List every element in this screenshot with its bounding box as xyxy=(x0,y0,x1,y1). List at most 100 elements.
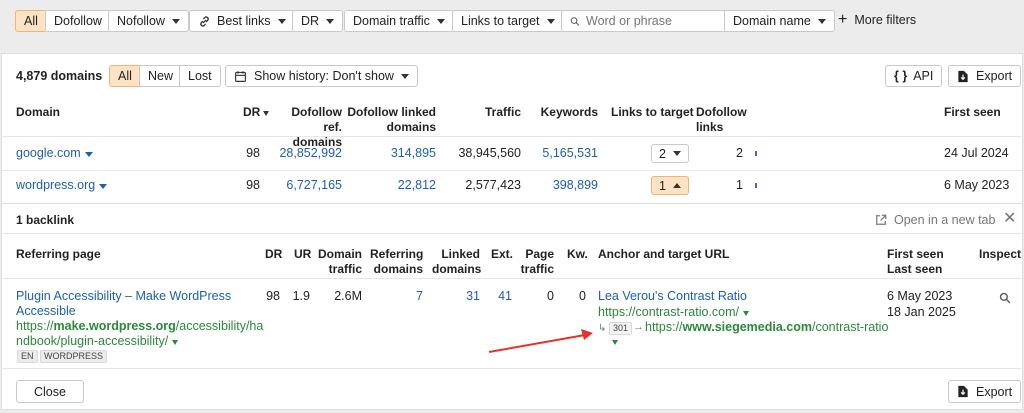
filter-links-to-target-label: Links to target xyxy=(461,14,540,28)
header-divider xyxy=(2,278,1022,279)
seg-all[interactable]: All xyxy=(109,65,141,87)
filter-links-to-target[interactable]: Links to target xyxy=(452,10,564,32)
more-filters-button[interactable]: + More filters xyxy=(838,12,916,28)
referring-domains-value[interactable]: 7 xyxy=(370,289,423,304)
col-referring-domains[interactable]: Referring domains xyxy=(370,247,423,277)
col-last-seen-label: Last seen xyxy=(887,262,943,276)
domain-link-wordpress[interactable]: wordpress.org xyxy=(16,178,108,193)
col-linked-domains[interactable]: Linked domains xyxy=(432,247,482,277)
seg-lost[interactable]: Lost xyxy=(179,65,221,87)
domains-count: 4,879 domains xyxy=(16,69,103,83)
col-dr[interactable]: DR xyxy=(243,105,270,120)
domain-traffic-value: 2.6M xyxy=(334,289,362,303)
footer-divider xyxy=(2,368,1022,369)
external-link-icon xyxy=(876,214,887,225)
col-page-traffic[interactable]: Page traffic xyxy=(520,247,554,277)
target-url[interactable]: https://contrast-ratio.com/ xyxy=(598,305,750,320)
col-ext[interactable]: Ext. xyxy=(491,247,513,262)
inspect-search-icon[interactable] xyxy=(999,292,1011,304)
col-page-traffic-line2: traffic xyxy=(520,262,554,276)
chevron-down-icon xyxy=(99,184,108,189)
col-kw[interactable]: Kw. xyxy=(567,247,588,262)
right-arrow-icon: → xyxy=(633,321,644,333)
filter-domain-traffic[interactable]: Domain traffic xyxy=(344,10,454,32)
api-label: API xyxy=(913,69,934,83)
col-dofollow-links[interactable]: Dofollow links xyxy=(696,105,747,135)
col-first-seen[interactable]: First seen xyxy=(944,105,1001,120)
keywords-value[interactable]: 398,899 xyxy=(527,178,598,193)
col-dr[interactable]: DR xyxy=(265,247,282,262)
filter-dr-label: DR xyxy=(301,14,320,28)
first-seen-value: 6 May 2023 xyxy=(944,178,1010,192)
filter-nofollow-label: Nofollow xyxy=(117,14,165,28)
links-to-target-value: 2 xyxy=(659,146,666,161)
export-button-top[interactable]: Export xyxy=(948,65,1022,87)
target-url-text: https://contrast-ratio.com/ xyxy=(598,305,740,319)
filter-dr[interactable]: DR xyxy=(292,10,344,32)
close-icon[interactable]: ✕ xyxy=(1003,210,1016,228)
col-dofollow-ref-domains[interactable]: Dofollow ref. domains xyxy=(272,105,342,150)
show-history-button[interactable]: Show history: Don't show xyxy=(225,65,418,87)
redirect-url-prefix: https:// xyxy=(645,320,683,334)
col-dr-label: DR xyxy=(243,105,261,119)
dofollow-links-value: 1 xyxy=(736,178,743,192)
anchor-text-link[interactable]: Lea Verou's Contrast Ratio xyxy=(598,289,747,304)
chevron-down-icon xyxy=(743,311,750,316)
referring-page-title[interactable]: Plugin Accessibility – Make WordPress Ac… xyxy=(16,289,236,319)
chevron-down-icon xyxy=(172,340,179,345)
filter-nofollow[interactable]: Nofollow xyxy=(108,10,189,32)
linked-domains-value[interactable]: 314,895 xyxy=(352,146,436,161)
col-ur[interactable]: UR xyxy=(294,247,311,262)
api-button[interactable]: { } API xyxy=(885,65,943,87)
export-button-bottom[interactable]: Export xyxy=(948,380,1022,403)
open-new-tab-link[interactable]: Open in a new tab xyxy=(875,213,995,227)
col-page-traffic-line1: Page xyxy=(525,247,554,261)
domain-link-wordpress-text: wordpress.org xyxy=(16,178,96,192)
col-domain[interactable]: Domain xyxy=(16,105,60,120)
linked-domains-value[interactable]: 31 xyxy=(432,289,480,304)
col-linked-domains-line2: domains xyxy=(432,262,482,276)
linked-domains-value[interactable]: 22,812 xyxy=(352,178,436,193)
row-divider xyxy=(2,170,1022,171)
filter-domain-traffic-label: Domain traffic xyxy=(353,14,430,28)
search-input[interactable] xyxy=(586,14,716,28)
keywords-value[interactable]: 5,165,531 xyxy=(527,146,598,161)
backlink-panel: 1 backlink Open in a new tab ✕ Referring… xyxy=(1,203,1023,410)
col-links-to-target[interactable]: Links to target xyxy=(611,105,694,120)
col-first-last-seen[interactable]: First seen Last seen xyxy=(887,247,944,277)
redirect-code-badge: 301 xyxy=(609,322,633,335)
col-referring-page[interactable]: Referring page xyxy=(16,247,101,262)
col-anchor-target-url[interactable]: Anchor and target URL xyxy=(598,247,729,262)
col-dofollow-linked-domains[interactable]: Dofollow linked domains xyxy=(347,105,436,135)
links-to-target-dropdown[interactable]: 2 xyxy=(651,144,689,163)
links-to-target-dropdown-open[interactable]: 1 xyxy=(651,176,689,195)
calendar-icon xyxy=(235,70,246,82)
referring-page-url[interactable]: https://make.wordpress.org/accessibility… xyxy=(16,319,263,349)
ref-domains-value[interactable]: 6,727,165 xyxy=(262,178,342,193)
chevron-down-icon[interactable] xyxy=(612,340,618,345)
traffic-value: 2,577,423 xyxy=(465,178,521,192)
referring-page-title-line2: Accessible xyxy=(16,304,76,318)
col-referring-domains-line1: Referring xyxy=(370,247,424,261)
seg-new[interactable]: New xyxy=(139,65,183,87)
filter-all[interactable]: All xyxy=(15,10,47,32)
ext-value[interactable]: 41 xyxy=(484,289,512,304)
close-button[interactable]: Close xyxy=(16,380,84,403)
filter-dofollow[interactable]: Dofollow xyxy=(45,10,111,32)
export-icon xyxy=(958,385,968,398)
col-domain-traffic[interactable]: Domain traffic xyxy=(316,247,362,277)
col-traffic[interactable]: Traffic xyxy=(462,105,521,120)
domain-link-google[interactable]: google.com xyxy=(16,146,93,161)
filter-best-links[interactable]: Best links xyxy=(189,10,295,32)
open-new-tab-label: Open in a new tab xyxy=(894,213,996,227)
redirect-url[interactable]: https://www.siegemedia.com/contrast-rati… xyxy=(645,320,888,335)
show-history-label: Show history: Don't show xyxy=(254,69,394,83)
referring-url-prefix: https:// xyxy=(16,319,54,333)
col-keywords[interactable]: Keywords xyxy=(532,105,598,120)
redirect-url-domain: www.siegemedia.com xyxy=(682,320,812,334)
domain-name-label: Domain name xyxy=(733,14,811,28)
ref-domains-value[interactable]: 28,852,992 xyxy=(262,146,342,161)
search-box[interactable] xyxy=(561,10,725,32)
chevron-down-icon xyxy=(84,152,93,157)
domain-name-select[interactable]: Domain name xyxy=(724,10,835,32)
